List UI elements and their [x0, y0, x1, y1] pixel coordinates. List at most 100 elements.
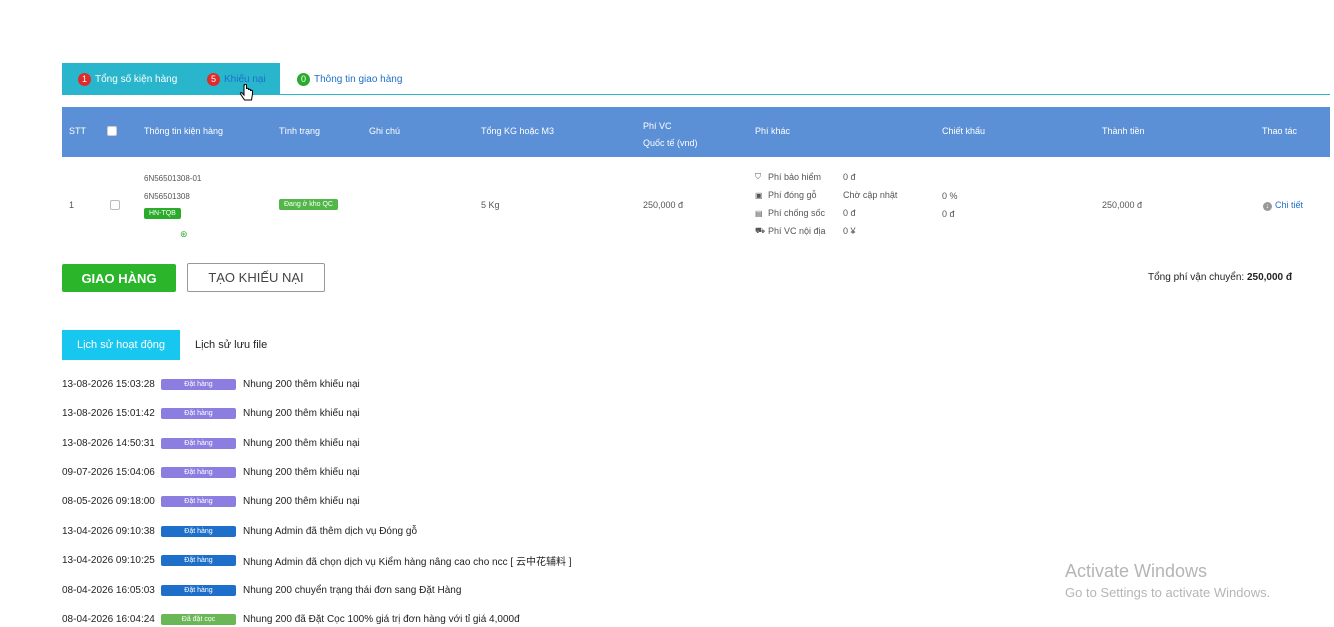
- tab-activity-history[interactable]: Lịch sử hoạt động: [62, 330, 180, 360]
- intl-fee-value: 250,000 đ: [643, 200, 684, 210]
- fee-wood-packing: ▣ Phí đóng gỗ Chờ cập nhật: [755, 189, 897, 201]
- log-text: Nhung 200 thêm khiếu nại: [243, 379, 360, 390]
- col-amount: Thành tiền: [1102, 126, 1145, 136]
- box-icon: ▣: [755, 190, 763, 200]
- truck-icon: ⛟: [755, 226, 766, 235]
- log-time: 09-07-2026 15:04:06: [62, 467, 155, 478]
- select-all-checkbox[interactable]: [107, 126, 117, 136]
- amount-value: 250,000 đ: [1102, 200, 1143, 210]
- log-entry: 13-08-2026 14:50:31 Đặt hàng Nhung 200 thê…: [62, 436, 360, 451]
- total-value: 250,000 đ: [1246, 272, 1293, 283]
- fee-domestic-shipping: ⛟ Phí VC nội địa 0 ¥: [755, 225, 856, 237]
- tab-shipping-info[interactable]: 0 Thông tin giao hàng: [297, 71, 402, 87]
- log-entry: 13-08-2026 15:03:28 Đặt hàng Nhung 200 thê…: [62, 377, 360, 392]
- log-entry: 13-04-2026 09:10:38 Đặt hàng Nhung Admin đ…: [62, 524, 417, 539]
- log-time: 08-04-2026 16:04:24: [62, 614, 155, 625]
- tab-file-history[interactable]: Lịch sử lưu file: [195, 339, 267, 351]
- fee-label: Phí chống sốc: [768, 208, 826, 218]
- col-intl-fee-line2: Quốc tế (vnd): [643, 138, 698, 148]
- log-time: 08-05-2026 09:18:00: [62, 496, 155, 507]
- log-entry: 08-04-2026 16:05:03 Đặt hàng Nhung 200 chu…: [62, 583, 461, 598]
- log-time: 08-04-2026 16:05:03: [62, 585, 155, 596]
- log-text: Nhung Admin đã thêm dịch vụ Đóng gỗ: [243, 526, 417, 537]
- log-time: 13-04-2026 09:10:38: [62, 526, 155, 537]
- log-text: Nhung 200 thêm khiếu nại: [243, 408, 360, 419]
- log-tag-badge: Đặt hàng: [161, 526, 236, 537]
- log-text: Nhung 200 thêm khiếu nại: [243, 467, 360, 478]
- fee-insurance: ⛉ Phí bảo hiểm 0 đ: [755, 171, 856, 183]
- tab-label: Tổng số kiện hàng: [95, 73, 178, 85]
- activate-windows-watermark: Activate Windows Go to Settings to activ…: [1065, 561, 1270, 600]
- ship-button[interactable]: GIAO HÀNG: [62, 264, 176, 292]
- log-text: Nhung 200 đã Đặt Cọc 100% giá trị đơn hà…: [243, 614, 520, 625]
- log-time: 13-04-2026 09:10:25: [62, 555, 155, 566]
- package-code: 6N56501308-01: [144, 174, 202, 183]
- tab-total-packages[interactable]: 1 Tổng số kiện hàng: [78, 71, 177, 87]
- watermark-title: Activate Windows: [1065, 561, 1208, 581]
- tab-count-badge: 5: [207, 72, 220, 86]
- log-text: Nhung 200 thêm khiếu nại: [243, 438, 360, 449]
- total-shipping-fee: Tổng phí vận chuyển: 250,000 đ: [1148, 272, 1292, 283]
- arrow-down-icon: ↓: [1263, 202, 1272, 211]
- col-discount: Chiết khấu: [942, 126, 986, 136]
- row-checkbox[interactable]: [110, 200, 120, 210]
- discount-percent: 0 %: [942, 191, 958, 201]
- log-tag-badge: Đặt hàng: [161, 379, 236, 390]
- fee-value: 0 đ: [843, 208, 856, 218]
- detail-link[interactable]: ↓ Chi tiết: [1263, 200, 1303, 211]
- col-weight: Tổng KG hoặc M3: [481, 126, 555, 136]
- log-entry: 13-08-2026 15:01:42 Đặt hàng Nhung 200 thê…: [62, 406, 360, 421]
- fee-shockproof: ▤ Phí chống sốc 0 đ: [755, 207, 856, 219]
- tab-count-badge: 0: [297, 72, 310, 86]
- log-tag-badge: Đặt hàng: [161, 585, 236, 596]
- fee-value: Chờ cập nhật: [843, 190, 898, 200]
- col-note: Ghi chú: [369, 126, 401, 136]
- weight-value: 5 Kg: [481, 200, 500, 210]
- watermark-subtitle: Go to Settings to activate Windows.: [1065, 585, 1271, 600]
- discount-value: 0 đ: [942, 209, 955, 219]
- shield-icon: ⛉: [755, 172, 761, 181]
- package-table-header: STT Thông tin kiện hàng Tình trạng Ghi c…: [62, 107, 1330, 157]
- log-time: 13-08-2026 15:01:42: [62, 408, 155, 419]
- col-intl-fee-line1: Phí VC: [643, 121, 672, 131]
- col-action: Thao tác: [1262, 126, 1298, 136]
- col-stt: STT: [69, 126, 86, 136]
- hand-cursor-icon: [239, 84, 253, 101]
- log-text: Nhung Admin đã chọn dịch vụ Kiểm hàng nâ…: [243, 557, 572, 568]
- fee-label: Phí đóng gỗ: [768, 190, 817, 200]
- log-entry: 08-04-2026 16:04:24 Đã đặt cọc Nhung 200 đ…: [62, 612, 520, 627]
- log-tag-badge: Đặt hàng: [161, 496, 236, 507]
- detail-link-label: Chi tiết: [1275, 200, 1304, 210]
- log-tag-badge: Đặt hàng: [161, 408, 236, 419]
- package-icon: ⊛: [180, 229, 188, 239]
- log-entry: 09-07-2026 15:04:06 Đặt hàng Nhung 200 thê…: [62, 465, 360, 480]
- row-stt: 1: [69, 200, 75, 210]
- log-entry: 08-05-2026 09:18:00 Đặt hàng Nhung 200 thê…: [62, 494, 360, 509]
- fee-label: Phí VC nội địa: [768, 226, 826, 236]
- total-label: Tổng phí vận chuyển:: [1148, 272, 1245, 283]
- fee-value: 0 ¥: [843, 226, 856, 236]
- col-other-fee: Phí khác: [755, 126, 791, 136]
- log-tag-badge: Đặt hàng: [161, 555, 236, 566]
- fee-value: 0 đ: [843, 172, 856, 182]
- log-time: 13-08-2026 15:03:28: [62, 379, 155, 390]
- tab-label: Khiếu nại: [224, 73, 266, 85]
- log-text: Nhung 200 chuyển trạng thái đơn sang Đặt…: [243, 585, 462, 596]
- tab-count-badge: 1: [78, 72, 91, 86]
- create-complaint-button[interactable]: TẠO KHIẾU NẠI: [187, 263, 325, 292]
- log-text: Nhung 200 thêm khiếu nại: [243, 496, 360, 507]
- tab-complaints[interactable]: 5 Khiếu nại: [207, 71, 266, 87]
- table-row: 1 6N56501308-01 6N56501308 HN-TQB ⊛ Đang…: [62, 158, 1330, 250]
- log-time: 13-08-2026 14:50:31: [62, 438, 155, 449]
- log-tag-badge: Đã đặt cọc: [161, 614, 236, 625]
- tab-label: Thông tin giao hàng: [314, 73, 403, 85]
- route-badge: HN-TQB: [144, 208, 181, 219]
- col-intl-fee: Phí VC Quốc tế (vnd): [643, 118, 698, 152]
- order-code: 6N56501308: [144, 192, 190, 201]
- fee-label: Phí bảo hiểm: [768, 172, 822, 182]
- log-tag-badge: Đặt hàng: [161, 438, 236, 449]
- log-entry: 13-04-2026 09:10:25 Đặt hàng Nhung Admin đ…: [62, 553, 572, 568]
- col-status: Tình trạng: [279, 126, 321, 136]
- col-info: Thông tin kiện hàng: [144, 126, 224, 136]
- status-badge: Đang ở kho QC: [279, 199, 338, 210]
